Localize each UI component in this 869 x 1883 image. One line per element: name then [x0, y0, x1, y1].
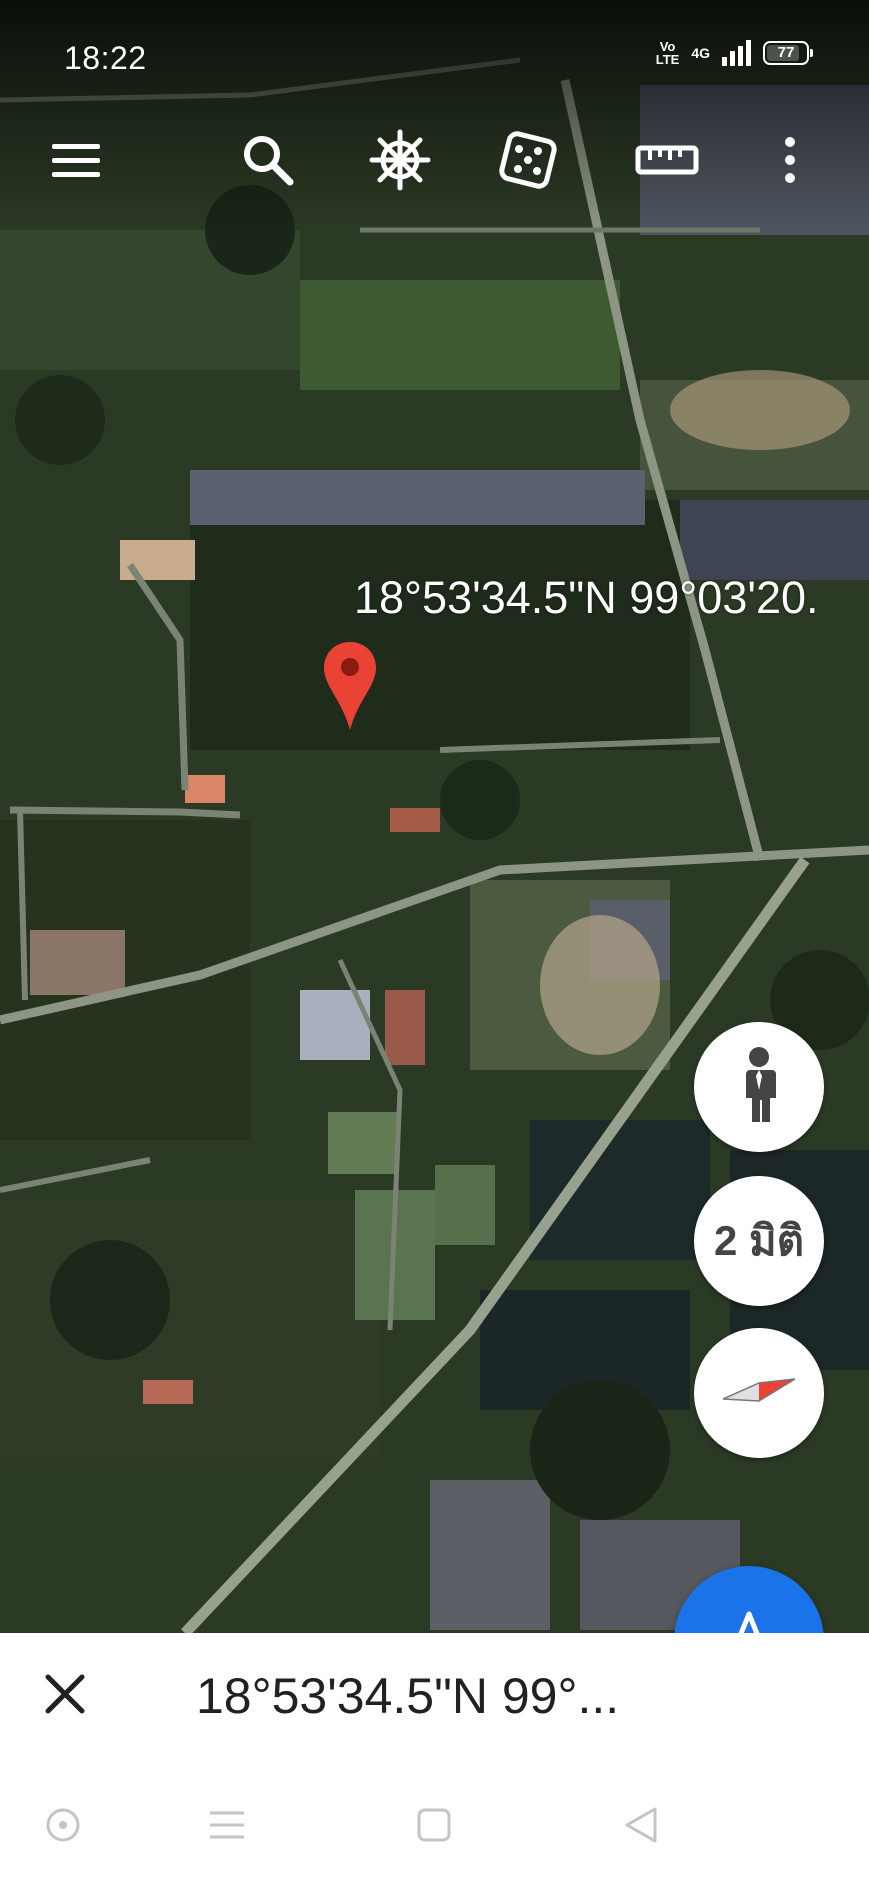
back-triangle-icon[interactable] — [616, 1800, 666, 1850]
search-icon[interactable] — [236, 128, 300, 192]
map-coordinate-label: 18°53'34.5"N 99°03'20. — [354, 572, 819, 623]
location-pin-icon[interactable] — [322, 640, 378, 732]
status-icons: Vo LTE 4G 77 — [656, 40, 813, 66]
menu-icon[interactable] — [44, 128, 108, 192]
compass-button[interactable] — [694, 1328, 824, 1458]
view-2d-button[interactable]: 2 มิติ — [694, 1176, 824, 1306]
ruler-icon[interactable] — [630, 128, 704, 192]
battery-level: 77 — [777, 44, 795, 61]
volte-line2: LTE — [655, 52, 680, 67]
compass-icon — [719, 1371, 799, 1416]
close-icon[interactable] — [36, 1665, 94, 1723]
home-square-icon[interactable] — [409, 1800, 459, 1850]
place-title: 18°53'34.5"N 99°... — [196, 1668, 620, 1724]
more-vert-icon[interactable] — [760, 128, 820, 192]
person-icon — [738, 1046, 780, 1129]
view-2d-label: 2 มิติ — [714, 1217, 804, 1264]
menu-lines-icon[interactable] — [202, 1800, 252, 1850]
battery-icon: 77 — [763, 41, 813, 65]
status-bar: 18:22 Vo LTE 4G 77 — [0, 0, 869, 112]
status-time: 18:22 — [64, 40, 147, 76]
recent-circle-icon[interactable] — [38, 1800, 88, 1850]
signal-icon — [722, 40, 751, 66]
dice-icon[interactable] — [496, 128, 560, 192]
ship-wheel-icon[interactable] — [368, 128, 432, 192]
street-view-button[interactable] — [694, 1022, 824, 1152]
network-type: 4G — [691, 45, 710, 61]
volte-icon: Vo LTE — [656, 40, 680, 66]
